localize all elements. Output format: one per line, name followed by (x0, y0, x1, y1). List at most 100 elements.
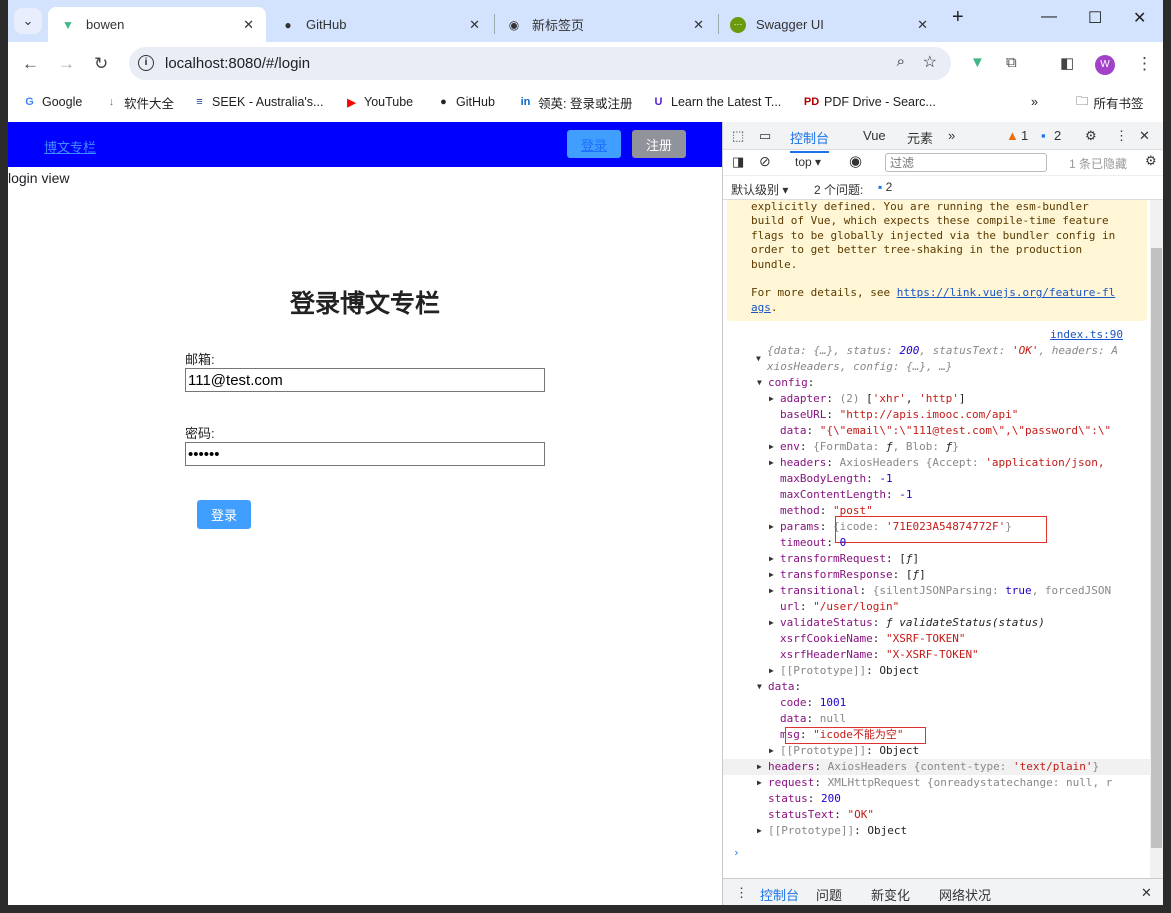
console-line[interactable]: ▼ {data: {…}, status: 200, statusText: 'O… (723, 343, 1151, 363)
bookmark-item[interactable]: ↓ 软件大全 (104, 93, 174, 112)
console-line[interactable]: ▶ transformRequest: [ƒ] (723, 551, 1151, 567)
vue-devtools-extension-icon[interactable]: ▼ (970, 54, 985, 71)
tab-new-tab[interactable]: ◉ 新标签页 ✕ (494, 7, 716, 42)
minimize-icon[interactable]: — (1041, 8, 1057, 26)
nav-login-button[interactable]: 登录 (567, 130, 621, 158)
console-scrollbar[interactable] (1150, 200, 1163, 880)
expand-triangle-icon[interactable]: ▶ (757, 823, 762, 839)
expand-triangle-icon[interactable]: ▶ (757, 759, 762, 775)
device-toolbar-icon[interactable]: ▭ (759, 128, 771, 144)
sidebar-toggle-icon[interactable]: ◨ (732, 154, 744, 170)
drawer-tab-console[interactable]: 控制台 (760, 885, 799, 905)
maximize-icon[interactable]: ☐ (1088, 8, 1102, 28)
settings-icon[interactable]: ⚙ (1085, 128, 1097, 144)
console-line[interactable]: ▶ headers: AxiosHeaders {Accept: 'applica… (723, 455, 1151, 471)
profile-avatar[interactable]: W (1095, 55, 1115, 75)
close-tab-icon[interactable]: ✕ (917, 17, 928, 33)
bookmark-item[interactable]: ● GitHub (436, 95, 495, 110)
console-line[interactable]: ▶ request: XMLHttpRequest {onreadystatech… (723, 775, 1151, 791)
more-tabs-icon[interactable]: » (948, 128, 955, 143)
extensions-icon[interactable]: ⧉ (1006, 54, 1017, 71)
expand-triangle-icon[interactable]: ▶ (769, 391, 774, 407)
close-tab-icon[interactable]: ✕ (693, 17, 704, 33)
forward-icon[interactable]: → (58, 54, 75, 74)
drawer-menu-icon[interactable]: ⋮ (735, 885, 748, 901)
nav-register-button[interactable]: 注册 (632, 130, 686, 158)
tab-bowen[interactable]: ▼ bowen ✕ (48, 7, 266, 42)
console-prompt[interactable]: › (723, 845, 1151, 861)
console-line[interactable]: ▶ validateStatus: ƒ validateStatus(status… (723, 615, 1151, 631)
brand-link[interactable]: 博文专栏 (44, 137, 96, 156)
drawer-tab-network-conditions[interactable]: 网络状况 (939, 885, 991, 904)
bookmark-item[interactable]: U Learn the Latest T... (651, 95, 782, 110)
drawer-tab-whats-new[interactable]: 新变化 (871, 885, 910, 904)
back-icon[interactable]: ← (22, 54, 39, 74)
filter-input[interactable] (885, 153, 1047, 172)
expand-triangle-icon[interactable]: ▶ (769, 519, 774, 535)
password-field[interactable] (185, 442, 545, 466)
bookmark-item[interactable]: ≡ SEEK - Australia's... (192, 95, 323, 110)
live-expression-eye-icon[interactable]: ◉ (849, 152, 862, 170)
scrollbar-thumb[interactable] (1151, 248, 1162, 848)
url-text[interactable]: localhost:8080/#/login (165, 55, 310, 72)
issues-link[interactable]: ▪ 2 (878, 180, 892, 194)
bookmark-star-icon[interactable]: ☆ (923, 52, 937, 72)
console-line[interactable]: ▶ adapter: (2) ['xhr', 'http'] (723, 391, 1151, 407)
expand-triangle-icon[interactable]: ▶ (769, 583, 774, 599)
tab-github[interactable]: ● GitHub ✕ (268, 7, 492, 42)
clear-console-icon[interactable]: ⊘ (759, 153, 771, 170)
close-drawer-icon[interactable]: ✕ (1141, 885, 1152, 901)
inspect-element-icon[interactable]: ⬚ (732, 128, 744, 144)
bookmark-item[interactable]: PD PDF Drive - Searc... (804, 95, 936, 110)
warning-icon[interactable]: ▲ (1006, 128, 1019, 143)
close-tab-icon[interactable]: ✕ (469, 17, 480, 33)
collapse-triangle-icon[interactable]: ▼ (757, 679, 762, 695)
bookmark-item[interactable]: in 领英: 登录或注册 (518, 93, 633, 112)
devtools-tab-elements[interactable]: 元素 (907, 128, 933, 147)
console-line[interactable]: ▶ headers: AxiosHeaders {content-type: 't… (723, 759, 1151, 776)
console-line[interactable]: ▶ [[Prototype]]: Object (723, 663, 1151, 679)
source-link[interactable]: index.ts:90 (723, 327, 1151, 343)
site-info-icon[interactable]: i (138, 55, 154, 71)
bookmark-item[interactable]: ▶ YouTube (344, 95, 413, 110)
zoom-icon[interactable]: ⌕ (897, 53, 905, 70)
email-field[interactable] (185, 368, 545, 392)
console-line[interactable]: ▶ [[Prototype]]: Object (723, 743, 1151, 759)
console-line[interactable]: ▶ transformResponse: [ƒ] (723, 567, 1151, 583)
console-settings-icon[interactable]: ⚙ (1145, 153, 1157, 169)
context-select[interactable]: top ▾ (795, 155, 821, 169)
console-line[interactable]: ▼ data: (723, 679, 1151, 695)
bookmark-item[interactable]: G Google (22, 95, 82, 110)
expand-triangle-icon[interactable]: ▶ (769, 615, 774, 631)
message-icon[interactable]: ▪ (1041, 128, 1046, 143)
expand-triangle-icon[interactable]: ▶ (769, 663, 774, 679)
warning-count[interactable]: 1 (1021, 128, 1028, 143)
expand-triangle-icon[interactable]: ▶ (757, 775, 762, 791)
issues-count[interactable]: 2 (1054, 128, 1061, 143)
login-submit-button[interactable]: 登录 (197, 500, 251, 529)
more-options-icon[interactable]: ⋮ (1115, 128, 1128, 144)
more-bookmarks-icon[interactable]: » (1031, 95, 1038, 109)
collapse-triangle-icon[interactable]: ▼ (757, 375, 762, 391)
expand-triangle-icon[interactable]: ▶ (769, 743, 774, 759)
close-devtools-icon[interactable]: ✕ (1139, 128, 1150, 144)
all-bookmarks-folder[interactable]: 🗀 所有书签 (1076, 92, 1144, 113)
close-tab-icon[interactable]: ✕ (243, 17, 254, 33)
expand-triangle-icon[interactable]: ▶ (769, 455, 774, 471)
console-line[interactable]: ▶ [[Prototype]]: Object (723, 823, 1151, 839)
console-line[interactable]: ▶ env: {FormData: ƒ, Blob: ƒ} (723, 439, 1151, 455)
side-panel-icon[interactable]: ◧ (1060, 54, 1074, 72)
devtools-tab-vue[interactable]: Vue (863, 128, 886, 143)
log-level-select[interactable]: 默认级别 ▾ (731, 181, 788, 198)
tab-search-button[interactable]: ⌄ (14, 8, 42, 34)
expand-triangle-icon[interactable]: ▶ (769, 551, 774, 567)
reload-icon[interactable]: ↻ (94, 54, 108, 74)
tab-swagger[interactable]: ⋯ Swagger UI ✕ (718, 7, 940, 42)
omnibox[interactable]: i localhost:8080/#/login ⌕ ☆ (129, 47, 951, 80)
close-window-icon[interactable]: ✕ (1133, 8, 1146, 28)
new-tab-icon[interactable]: + (952, 6, 964, 29)
console-line[interactable]: ▼ config: (723, 375, 1151, 391)
menu-icon[interactable]: ⋮ (1136, 54, 1153, 74)
console-line[interactable]: ▶ transitional: {silentJSONParsing: true,… (723, 583, 1151, 599)
drawer-tab-issues[interactable]: 问题 (816, 885, 842, 904)
